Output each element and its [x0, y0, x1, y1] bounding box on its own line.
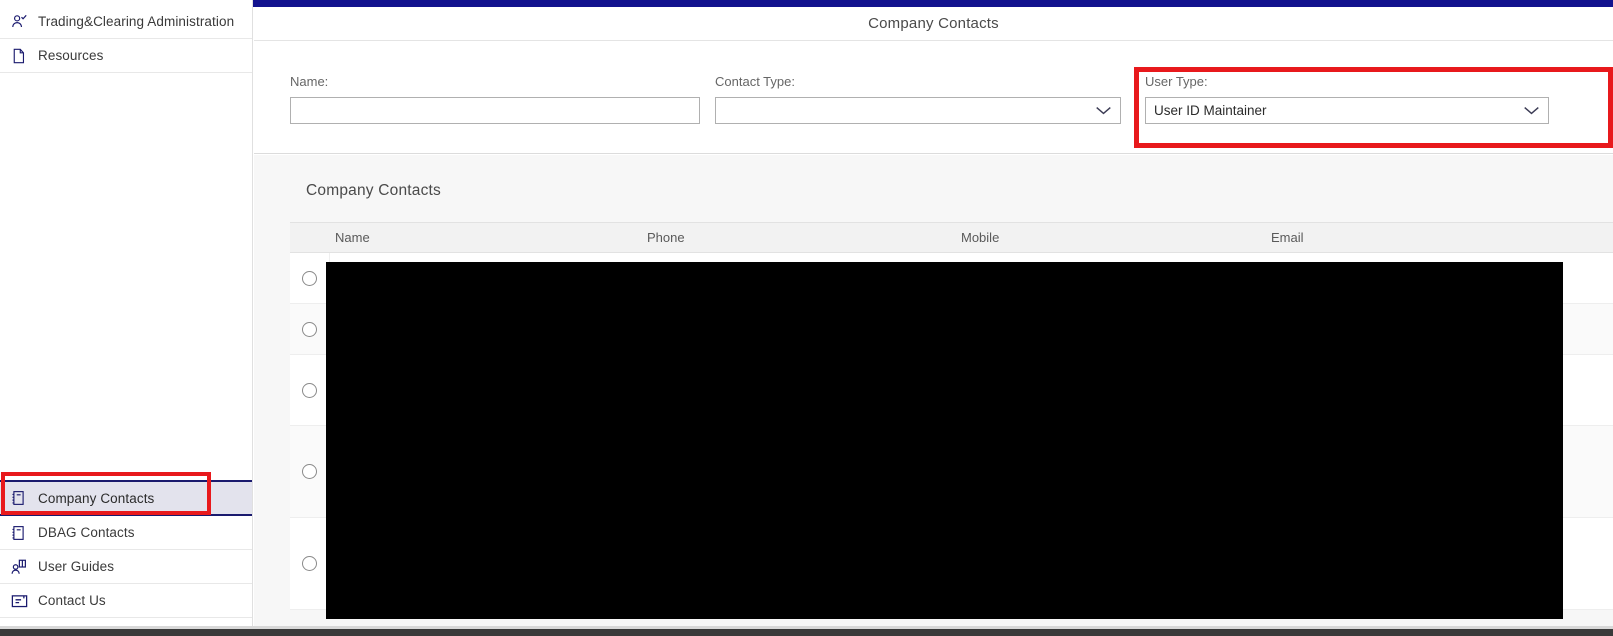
row-content: [330, 355, 1613, 425]
sidebar-item-label: Company Contacts: [38, 491, 154, 506]
user-type-field-label: User Type:: [1145, 74, 1549, 89]
column-header-name: Name: [330, 230, 647, 245]
row-content: [330, 426, 1613, 517]
sidebar-item-label: Trading&Clearing Administration: [38, 14, 234, 29]
chevron-down-icon: [1095, 105, 1112, 116]
filter-bar: Name: Contact Type: User Type: User ID M…: [254, 42, 1613, 154]
row-radio-button[interactable]: [302, 322, 317, 337]
sidebar-item-contact-us[interactable]: Contact Us: [0, 584, 252, 618]
row-radio-button[interactable]: [302, 464, 317, 479]
row-content: [330, 253, 1613, 303]
contact-type-select[interactable]: [715, 97, 1121, 124]
sidebar-top-group: Trading&Clearing Administration Resource…: [0, 5, 252, 73]
user-type-filter-group: User Type: User ID Maintainer: [1145, 74, 1549, 124]
user-check-icon: [10, 12, 38, 31]
sidebar-item-company-contacts[interactable]: Company Contacts: [0, 480, 252, 516]
contact-type-field-label: Contact Type:: [715, 74, 1121, 89]
user-type-select[interactable]: User ID Maintainer: [1145, 97, 1549, 124]
column-header-phone: Phone: [647, 230, 961, 245]
column-header-mobile: Mobile: [961, 230, 1271, 245]
table-row[interactable]: [290, 426, 1613, 518]
name-input[interactable]: [290, 97, 700, 124]
chevron-down-icon: [1523, 105, 1540, 116]
table-header-row: Name Phone Mobile Email: [290, 222, 1613, 253]
row-radio-button[interactable]: [302, 383, 317, 398]
row-radio-button[interactable]: [302, 271, 317, 286]
row-radio-button[interactable]: [302, 556, 317, 571]
contact-type-filter-group: Contact Type:: [715, 74, 1121, 124]
company-contacts-panel: Company Contacts Name Phone Mobile Email: [254, 155, 1613, 626]
row-select-cell[interactable]: [290, 304, 330, 354]
name-filter-group: Name:: [290, 74, 700, 124]
sidebar-item-user-guides[interactable]: User Guides: [0, 550, 252, 584]
bottom-bar: [0, 626, 1613, 636]
sidebar-bottom-group: Company Contacts DBAG Contacts: [0, 480, 252, 618]
row-select-cell[interactable]: [290, 518, 330, 609]
row-content: [330, 518, 1613, 609]
column-header-email: Email: [1271, 230, 1613, 245]
address-book-icon: [10, 489, 38, 507]
sidebar-item-label: User Guides: [38, 559, 114, 574]
message-card-icon: [10, 593, 38, 609]
document-icon: [10, 47, 38, 65]
page-title: Company Contacts: [868, 15, 999, 32]
company-contacts-table: Name Phone Mobile Email: [290, 222, 1613, 610]
sidebar-item-resources[interactable]: Resources: [0, 39, 252, 73]
sidebar-item-label: Resources: [38, 48, 103, 63]
row-content: [330, 304, 1613, 354]
user-guide-icon: [10, 558, 38, 576]
user-type-value: User ID Maintainer: [1154, 103, 1267, 118]
page-header: Company Contacts: [254, 7, 1613, 41]
table-row[interactable]: [290, 253, 1613, 304]
bottom-bar-divider: [0, 626, 1613, 629]
sidebar-item-label: Contact Us: [38, 593, 106, 608]
table-row[interactable]: [290, 518, 1613, 610]
table-title: Company Contacts: [306, 182, 441, 200]
table-row[interactable]: [290, 304, 1613, 355]
sidebar-item-dbag-contacts[interactable]: DBAG Contacts: [0, 516, 252, 550]
row-select-cell[interactable]: [290, 426, 330, 517]
application-window: Trading&Clearing Administration Resource…: [0, 0, 1613, 636]
address-book-icon: [10, 524, 38, 542]
row-select-cell[interactable]: [290, 253, 330, 303]
sidebar-item-label: DBAG Contacts: [38, 525, 135, 540]
table-row[interactable]: [290, 355, 1613, 426]
sidebar-navigation: Trading&Clearing Administration Resource…: [0, 0, 253, 626]
sidebar-item-trading-clearing-administration[interactable]: Trading&Clearing Administration: [0, 5, 252, 39]
row-select-cell[interactable]: [290, 355, 330, 425]
name-field-label: Name:: [290, 74, 700, 89]
top-accent-bar: [253, 0, 1613, 7]
